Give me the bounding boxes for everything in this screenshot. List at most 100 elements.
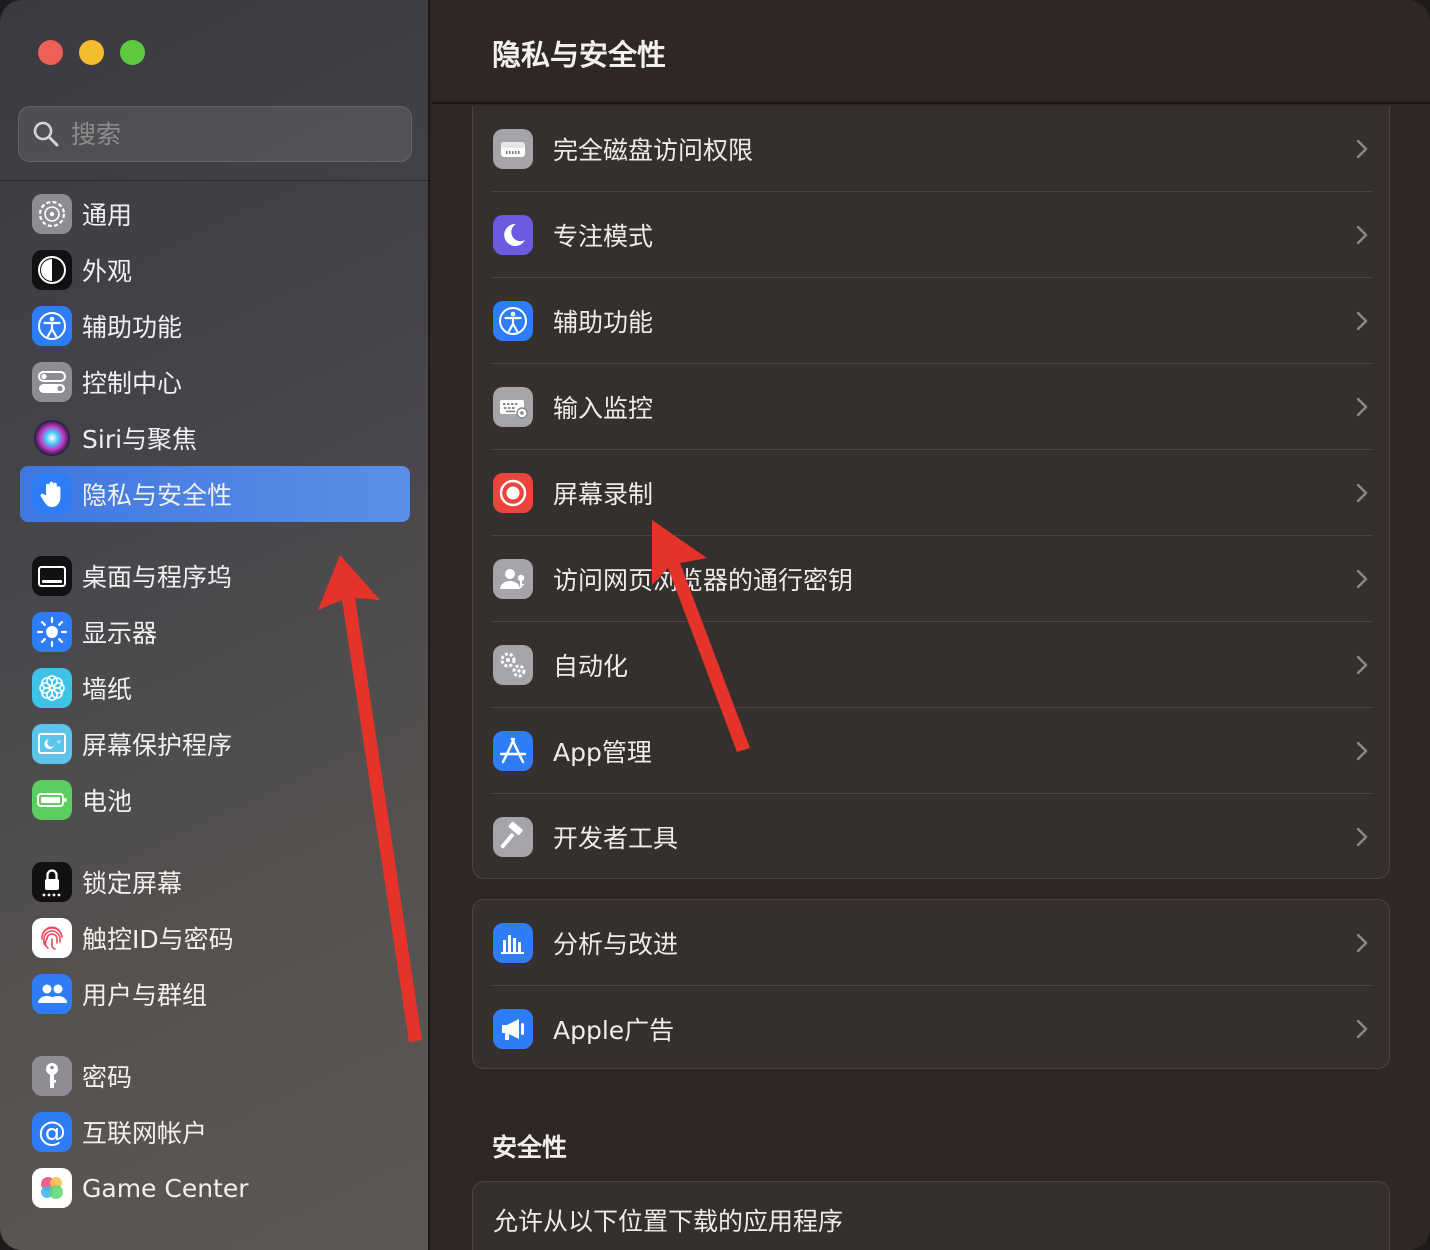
sidebar-item-general[interactable]: 通用 [20,186,410,242]
main-header: 隐私与安全性 [432,0,1430,104]
search-input[interactable] [71,119,391,149]
sidebar-item-battery[interactable]: 电池 [20,772,410,828]
sidebar-item-game-center[interactable]: Game Center [20,1160,410,1216]
gears-icon [493,645,533,685]
sidebar-item-siri[interactable]: Siri与聚焦 [20,410,410,466]
chevron-right-icon [1356,933,1368,953]
chevron-right-icon [1356,311,1368,331]
row-accessibility[interactable]: 辅助功能 [473,278,1391,364]
zoom-button[interactable] [120,40,145,65]
minimize-button[interactable] [79,40,104,65]
fingerprint-icon [32,918,72,958]
siri-icon [32,418,72,458]
svg-text:@: @ [38,1115,66,1148]
game-center-icon [32,1168,72,1208]
sidebar-item-internet-accounts[interactable]: @ 互联网帐户 [20,1104,410,1160]
chevron-right-icon [1356,741,1368,761]
row-screen-recording[interactable]: 屏幕录制 [473,450,1391,536]
row-label: 完全磁盘访问权限 [553,136,754,165]
hammer-icon [493,817,533,857]
at-icon: @ [32,1112,72,1152]
sidebar-item-privacy-security[interactable]: 隐私与安全性 [20,466,410,522]
row-label: 辅助功能 [553,308,654,337]
row-full-disk-access[interactable]: 完全磁盘访问权限 [473,106,1391,192]
sidebar-item-touch-id[interactable]: 触控ID与密码 [20,910,410,966]
traffic-lights [38,40,145,65]
disk-icon [493,129,533,169]
row-label: Apple广告 [553,1016,675,1045]
sidebar-item-passwords[interactable]: 密码 [20,1048,410,1104]
row-app-management[interactable]: App管理 [473,708,1391,794]
sidebar-item-accessibility[interactable]: 辅助功能 [20,298,410,354]
svg-text:+: + [56,738,62,746]
chevron-right-icon [1356,827,1368,847]
chart-icon [493,923,533,963]
sidebar-item-desktop-dock[interactable]: 桌面与程序坞 [20,548,410,604]
close-button[interactable] [38,40,63,65]
sidebar: 通用 外观 辅助功能 控制中心 Siri与聚焦 [0,0,430,1250]
sidebar-item-appearance[interactable]: 外观 [20,242,410,298]
chevron-right-icon [1356,397,1368,417]
screensaver-icon: + [32,724,72,764]
system-settings-window: 通用 外观 辅助功能 控制中心 Siri与聚焦 [0,0,1430,1250]
row-label: 自动化 [553,652,629,681]
control-center-icon [32,362,72,402]
search-field[interactable] [18,106,412,162]
chevron-right-icon [1356,139,1368,159]
sidebar-item-label: 显示器 [82,619,158,648]
sidebar-item-control-center[interactable]: 控制中心 [20,354,410,410]
sidebar-item-label: 外观 [82,257,133,286]
gear-icon [32,194,72,234]
megaphone-icon [493,1009,533,1049]
privacy-permissions-group: 完全磁盘访问权限 专注模式 辅助功能 输入监控 屏幕录制 访问网页浏览器的通行密… [472,106,1390,879]
sidebar-item-label: 墙纸 [82,675,133,704]
sidebar-item-label: 密码 [82,1063,133,1092]
sidebar-item-wallpaper[interactable]: 墙纸 [20,660,410,716]
chevron-right-icon [1356,483,1368,503]
sidebar-item-lock-screen[interactable]: 锁定屏幕 [20,854,410,910]
sidebar-item-users-groups[interactable]: 用户与群组 [20,966,410,1022]
dock-icon [32,556,72,596]
sidebar-item-label: 桌面与程序坞 [82,563,233,592]
row-input-monitoring[interactable]: 输入监控 [473,364,1391,450]
appearance-icon [32,250,72,290]
chevron-right-icon [1356,1019,1368,1039]
sidebar-item-label: 辅助功能 [82,313,183,342]
row-browser-passkeys[interactable]: 访问网页浏览器的通行密钥 [473,536,1391,622]
row-label: 屏幕录制 [553,480,654,509]
users-icon [32,974,72,1014]
hand-icon [32,474,72,514]
row-label: 访问网页浏览器的通行密钥 [553,566,854,595]
lock-icon [32,862,72,902]
sidebar-item-displays[interactable]: 显示器 [20,604,410,660]
row-label: 输入监控 [553,394,654,423]
sidebar-item-screensaver[interactable]: + 屏幕保护程序 [20,716,410,772]
row-developer-tools[interactable]: 开发者工具 [473,794,1391,880]
sidebar-item-label: 电池 [82,787,133,816]
main-pane: 完全磁盘访问权限 专注模式 辅助功能 输入监控 屏幕录制 访问网页浏览器的通行密… [432,0,1430,1250]
section-title-security: 安全性 [492,1133,568,1162]
row-analytics[interactable]: 分析与改进 [473,900,1391,986]
keyboard-icon [493,387,533,427]
sidebar-item-label: Game Center [82,1173,249,1203]
record-icon [493,473,533,513]
sidebar-item-label: Siri与聚焦 [82,425,198,454]
sidebar-item-label: 触控ID与密码 [82,925,234,954]
battery-icon [32,780,72,820]
row-apple-advertising[interactable]: Apple广告 [473,986,1391,1072]
sidebar-item-label: 互联网帐户 [82,1119,208,1148]
row-focus[interactable]: 专注模式 [473,192,1391,278]
security-group: 允许从以下位置下载的应用程序 [472,1181,1390,1250]
row-automation[interactable]: 自动化 [473,622,1391,708]
sidebar-item-label: 隐私与安全性 [82,481,233,510]
moon-icon [493,215,533,255]
sidebar-item-label: 通用 [82,201,133,230]
chevron-right-icon [1356,655,1368,675]
sidebar-item-label: 用户与群组 [82,981,208,1010]
sidebar-item-label: 控制中心 [82,369,183,398]
person-key-icon [493,559,533,599]
chevron-right-icon [1356,569,1368,589]
flower-icon [32,668,72,708]
row-label: 开发者工具 [553,824,679,853]
key-icon [32,1056,72,1096]
